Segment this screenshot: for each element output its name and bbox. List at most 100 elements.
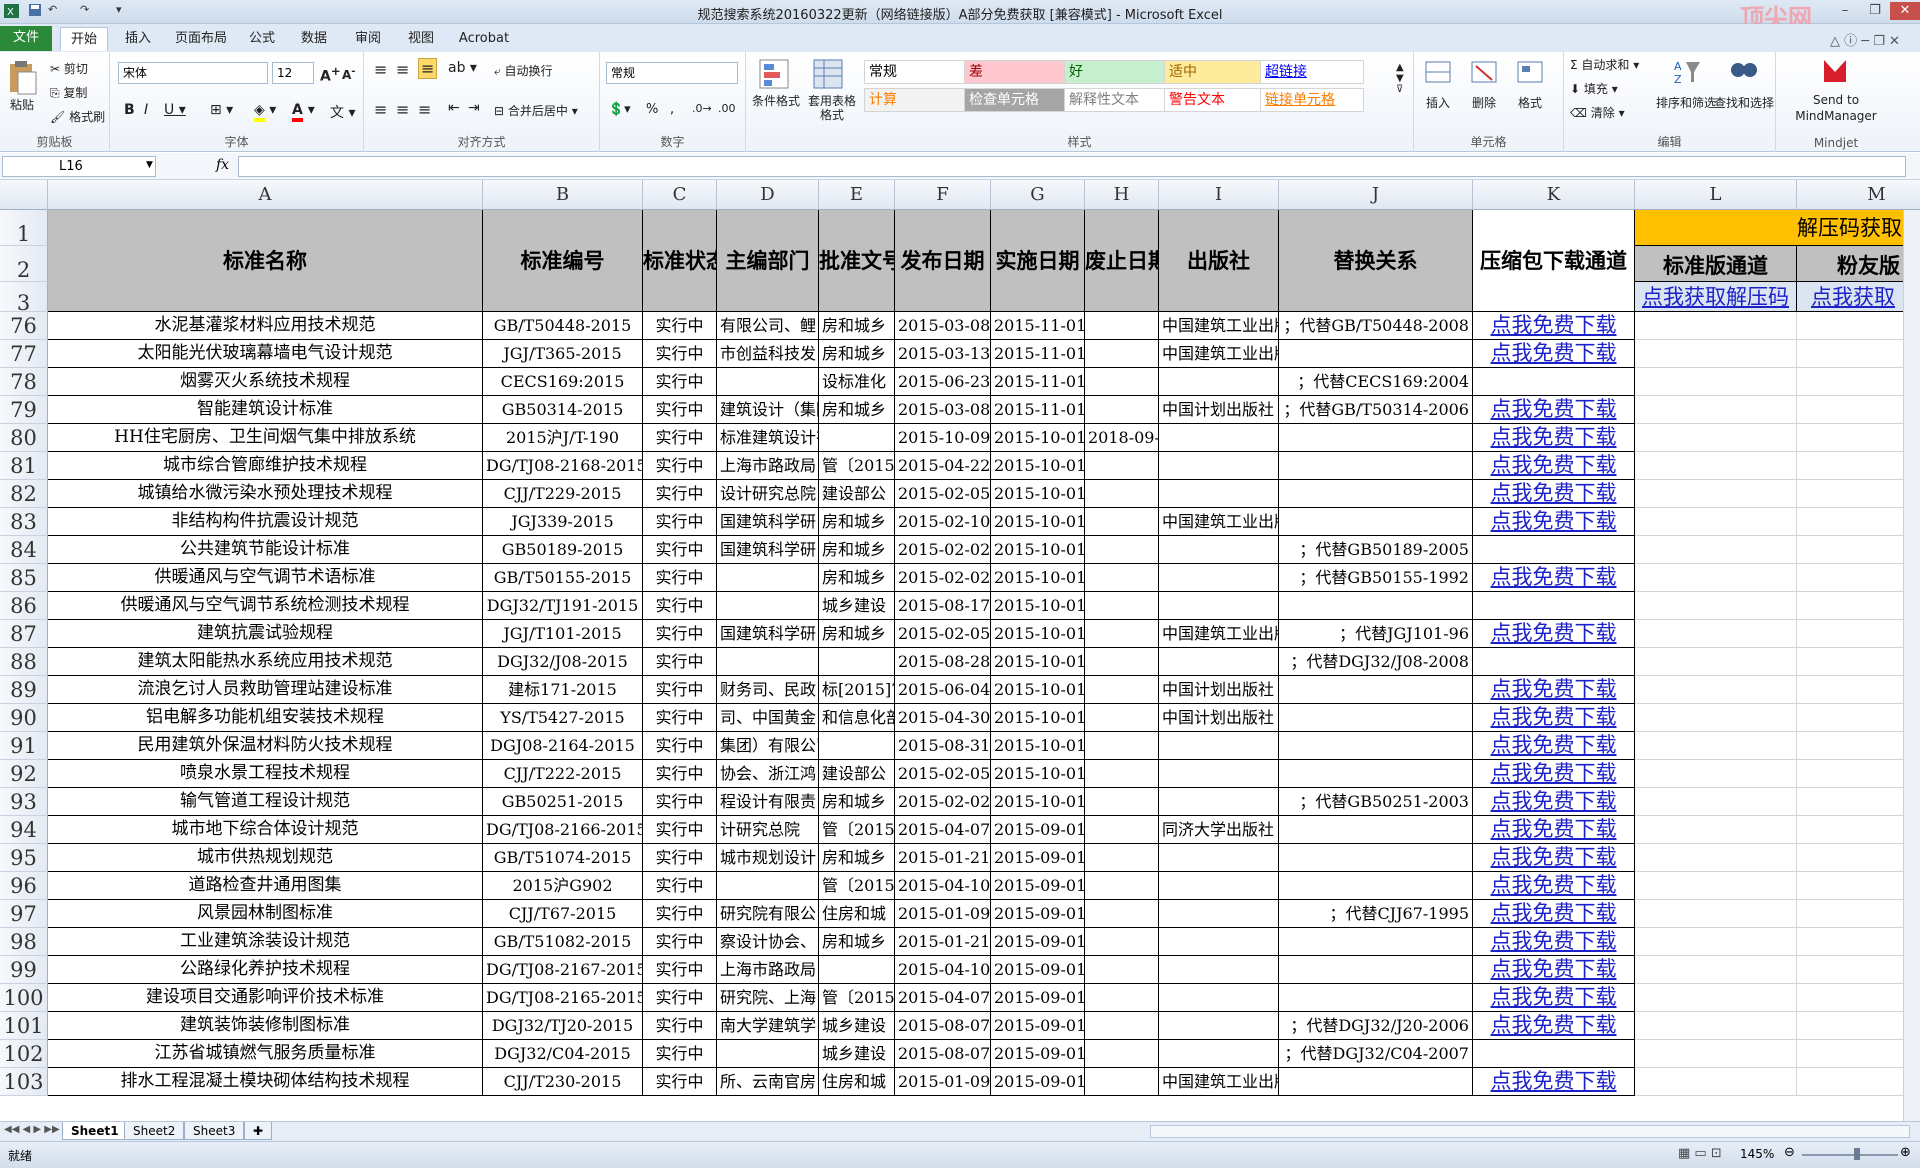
download-link[interactable]: 点我免费下载: [1473, 872, 1635, 900]
download-link[interactable]: 点我免费下载: [1473, 396, 1635, 424]
conditional-format-icon[interactable]: [758, 58, 790, 90]
table-cell-I[interactable]: [1159, 760, 1279, 788]
column-header-H[interactable]: H: [1085, 180, 1159, 210]
insert-function-icon[interactable]: fx: [216, 157, 229, 173]
table-cell-J[interactable]: [1279, 956, 1473, 984]
align-left-icon[interactable]: ≡: [374, 100, 387, 119]
table-cell-L[interactable]: [1635, 536, 1797, 564]
table-cell-J[interactable]: ；代替DGJ32/J08-2008: [1279, 648, 1473, 676]
row-header[interactable]: 80: [0, 424, 48, 452]
table-cell-G[interactable]: 2015-10-01: [991, 620, 1085, 648]
table-cell-E[interactable]: [819, 424, 895, 452]
table-cell-E[interactable]: 设标准化: [819, 368, 895, 396]
column-header-E[interactable]: E: [819, 180, 895, 210]
row-header[interactable]: 82: [0, 480, 48, 508]
table-cell-F[interactable]: 2015-02-02: [895, 788, 991, 816]
table-cell-K[interactable]: [1473, 1040, 1635, 1068]
table-cell-J[interactable]: [1279, 760, 1473, 788]
table-cell-A[interactable]: 流浪乞讨人员救助管理站建设标准: [48, 676, 483, 704]
tab-file[interactable]: 文件: [0, 26, 52, 51]
table-cell-D[interactable]: 财务司、民政: [717, 676, 819, 704]
table-cell-M[interactable]: [1797, 396, 1920, 424]
table-cell-D[interactable]: 协会、浙江鸿: [717, 760, 819, 788]
table-cell-E[interactable]: 管〔2015〕: [819, 984, 895, 1012]
table-cell-F[interactable]: 2015-08-31: [895, 732, 991, 760]
bold-icon[interactable]: B: [124, 102, 135, 118]
table-cell-M[interactable]: [1797, 480, 1920, 508]
table-cell-M[interactable]: [1797, 704, 1920, 732]
table-cell-F[interactable]: 2015-06-23: [895, 368, 991, 396]
table-cell-L[interactable]: [1635, 788, 1797, 816]
row-header[interactable]: 92: [0, 760, 48, 788]
table-cell-C[interactable]: 实行中: [643, 536, 717, 564]
decrease-decimal-icon[interactable]: .00: [718, 102, 736, 115]
table-cell-M[interactable]: [1797, 424, 1920, 452]
table-cell-G[interactable]: 2015-10-01: [991, 452, 1085, 480]
table-cell-D[interactable]: [717, 592, 819, 620]
table-cell-E[interactable]: 住房和城: [819, 900, 895, 928]
header-cell-H[interactable]: 废止日期: [1085, 210, 1159, 312]
table-cell-B[interactable]: 2015沪J/T-190: [483, 424, 643, 452]
percent-icon[interactable]: %: [646, 102, 658, 117]
table-cell-E[interactable]: 房和城乡: [819, 340, 895, 368]
table-cell-M[interactable]: [1797, 1068, 1920, 1096]
table-cell-F[interactable]: 2015-08-28: [895, 648, 991, 676]
download-link[interactable]: 点我免费下载: [1473, 732, 1635, 760]
table-cell-K[interactable]: [1473, 536, 1635, 564]
table-cell-J[interactable]: [1279, 340, 1473, 368]
table-cell-C[interactable]: 实行中: [643, 984, 717, 1012]
cell-style-5[interactable]: 计算: [864, 88, 968, 112]
table-cell-E[interactable]: 住房和城: [819, 1068, 895, 1096]
font-color-icon[interactable]: A ▾: [292, 102, 315, 122]
table-cell-I[interactable]: [1159, 844, 1279, 872]
table-cell-B[interactable]: 建标171-2015: [483, 676, 643, 704]
table-cell-D[interactable]: 标准建筑设计有: [717, 424, 819, 452]
table-cell-M[interactable]: [1797, 760, 1920, 788]
table-cell-C[interactable]: 实行中: [643, 1040, 717, 1068]
table-cell-J[interactable]: ；代替GB/T50448-2008: [1279, 312, 1473, 340]
column-header-B[interactable]: B: [483, 180, 643, 210]
table-cell-M[interactable]: [1797, 620, 1920, 648]
table-cell-E[interactable]: 房和城乡: [819, 788, 895, 816]
currency-icon[interactable]: 💲▾: [608, 102, 631, 117]
row-header[interactable]: 87: [0, 620, 48, 648]
table-cell-I[interactable]: [1159, 480, 1279, 508]
table-cell-L[interactable]: [1635, 676, 1797, 704]
header-standard-channel[interactable]: 标准版通道: [1635, 246, 1797, 282]
unzip-code-link-fan[interactable]: 点我获取: [1797, 282, 1920, 312]
find-select-button[interactable]: 查找和选择: [1714, 94, 1774, 111]
conditional-format-button[interactable]: 条件格式: [752, 94, 800, 108]
table-cell-I[interactable]: [1159, 928, 1279, 956]
table-cell-C[interactable]: 实行中: [643, 592, 717, 620]
table-cell-J[interactable]: ；代替JGJ101-96: [1279, 620, 1473, 648]
table-cell-L[interactable]: [1635, 872, 1797, 900]
tab-page-layout[interactable]: 页面布局: [170, 27, 232, 51]
table-cell-C[interactable]: 实行中: [643, 900, 717, 928]
table-cell-I[interactable]: [1159, 872, 1279, 900]
sort-filter-button[interactable]: 排序和筛选: [1656, 94, 1716, 111]
table-cell-M[interactable]: [1797, 872, 1920, 900]
table-cell-F[interactable]: 2015-04-22: [895, 452, 991, 480]
table-cell-F[interactable]: 2015-01-21: [895, 928, 991, 956]
table-cell-M[interactable]: [1797, 732, 1920, 760]
column-header-K[interactable]: K: [1473, 180, 1635, 210]
table-cell-J[interactable]: ；代替CJJ67-1995: [1279, 900, 1473, 928]
table-cell-E[interactable]: 房和城乡: [819, 312, 895, 340]
table-cell-L[interactable]: [1635, 760, 1797, 788]
sheet-tab-1[interactable]: Sheet1: [62, 1122, 128, 1140]
grow-font-icon[interactable]: A+: [320, 64, 341, 85]
row-header[interactable]: 81: [0, 452, 48, 480]
table-cell-H[interactable]: [1085, 368, 1159, 396]
row-header[interactable]: 89: [0, 676, 48, 704]
table-cell-G[interactable]: 2015-09-01: [991, 1012, 1085, 1040]
header-cell-K[interactable]: 压缩包下载通道: [1473, 210, 1635, 312]
table-cell-L[interactable]: [1635, 620, 1797, 648]
row-header[interactable]: 84: [0, 536, 48, 564]
download-link[interactable]: 点我免费下载: [1473, 956, 1635, 984]
table-cell-C[interactable]: 实行中: [643, 928, 717, 956]
row-header[interactable]: 93: [0, 788, 48, 816]
table-cell-F[interactable]: 2015-08-07: [895, 1012, 991, 1040]
table-cell-B[interactable]: GB/T51082-2015: [483, 928, 643, 956]
table-cell-A[interactable]: 喷泉水景工程技术规程: [48, 760, 483, 788]
row-header[interactable]: 101: [0, 1012, 48, 1040]
